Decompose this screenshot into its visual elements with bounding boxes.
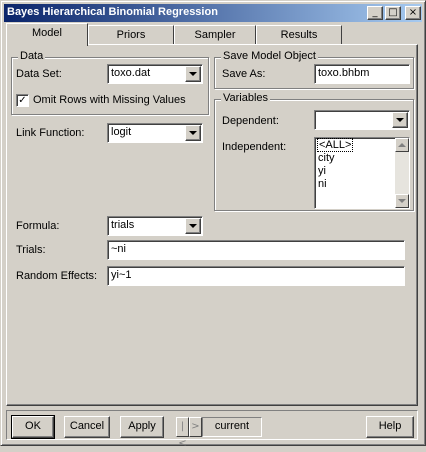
independent-label: Independent:	[222, 141, 287, 153]
list-item[interactable]: <ALL>	[316, 138, 354, 152]
trials-input[interactable]: ~ni	[107, 240, 405, 260]
dependent-dropdown[interactable]	[314, 110, 410, 130]
prev-button[interactable]: |<	[176, 417, 189, 449]
close-button[interactable]: ×	[405, 6, 421, 20]
apply-button[interactable]: Apply	[120, 416, 164, 438]
data-group-legend: Data	[18, 50, 46, 62]
tab-strip: Model Priors Sampler Results	[6, 23, 418, 46]
tab-model[interactable]: Model	[6, 23, 88, 46]
random-effects-label: Random Effects:	[16, 270, 98, 282]
next-button[interactable]: >	[189, 417, 202, 437]
chevron-down-icon[interactable]	[185, 125, 201, 141]
formula-dropdown[interactable]: trials	[107, 216, 203, 236]
scroll-up-arrow-icon[interactable]	[395, 138, 409, 152]
chevron-down-icon[interactable]	[185, 66, 201, 82]
save-as-input[interactable]: toxo.bhbm	[314, 64, 410, 84]
title-bar[interactable]: Bayes Hierarchical Binomial Regression _…	[4, 4, 422, 22]
tab-results[interactable]: Results	[256, 25, 342, 45]
dependent-label: Dependent:	[222, 115, 279, 127]
ok-button[interactable]: OK	[11, 415, 55, 439]
list-item[interactable]: city	[318, 152, 335, 164]
maximize-button[interactable]: □	[385, 6, 401, 20]
scroll-down-arrow-icon[interactable]	[395, 194, 409, 208]
formula-value: trials	[111, 219, 135, 231]
independent-scrollbar[interactable]	[395, 138, 409, 208]
tab-sampler[interactable]: Sampler	[174, 25, 256, 45]
link-function-label: Link Function:	[16, 127, 85, 139]
minimize-button[interactable]: _	[367, 6, 383, 20]
chevron-down-icon[interactable]	[392, 112, 408, 128]
link-function-value: logit	[111, 126, 132, 138]
variables-legend: Variables	[221, 92, 271, 104]
save-model-legend: Save Model Object	[221, 50, 318, 62]
link-function-dropdown[interactable]: logit	[107, 123, 203, 143]
random-effects-input[interactable]: yi~1	[107, 266, 405, 286]
independent-listbox[interactable]: <ALL> city yi ni	[314, 137, 410, 209]
save-as-label: Save As:	[222, 68, 266, 80]
current-indicator: current	[202, 417, 262, 437]
window-title: Bayes Hierarchical Binomial Regression	[7, 6, 218, 18]
formula-label: Formula:	[16, 220, 60, 232]
list-item[interactable]: yi	[318, 165, 326, 177]
tab-priors[interactable]: Priors	[88, 25, 174, 45]
data-set-label: Data Set:	[16, 68, 62, 80]
data-set-dropdown[interactable]: toxo.dat	[107, 64, 203, 84]
trials-label: Trials:	[16, 244, 46, 256]
data-set-value: toxo.dat	[111, 67, 151, 79]
chevron-down-icon[interactable]	[185, 218, 201, 234]
list-item[interactable]: ni	[318, 178, 327, 190]
help-button[interactable]: Help	[366, 416, 414, 438]
omit-rows-label[interactable]: Omit Rows with Missing Values	[33, 94, 186, 106]
omit-rows-checkbox[interactable]: ✓	[16, 94, 29, 107]
cancel-button[interactable]: Cancel	[64, 416, 110, 438]
